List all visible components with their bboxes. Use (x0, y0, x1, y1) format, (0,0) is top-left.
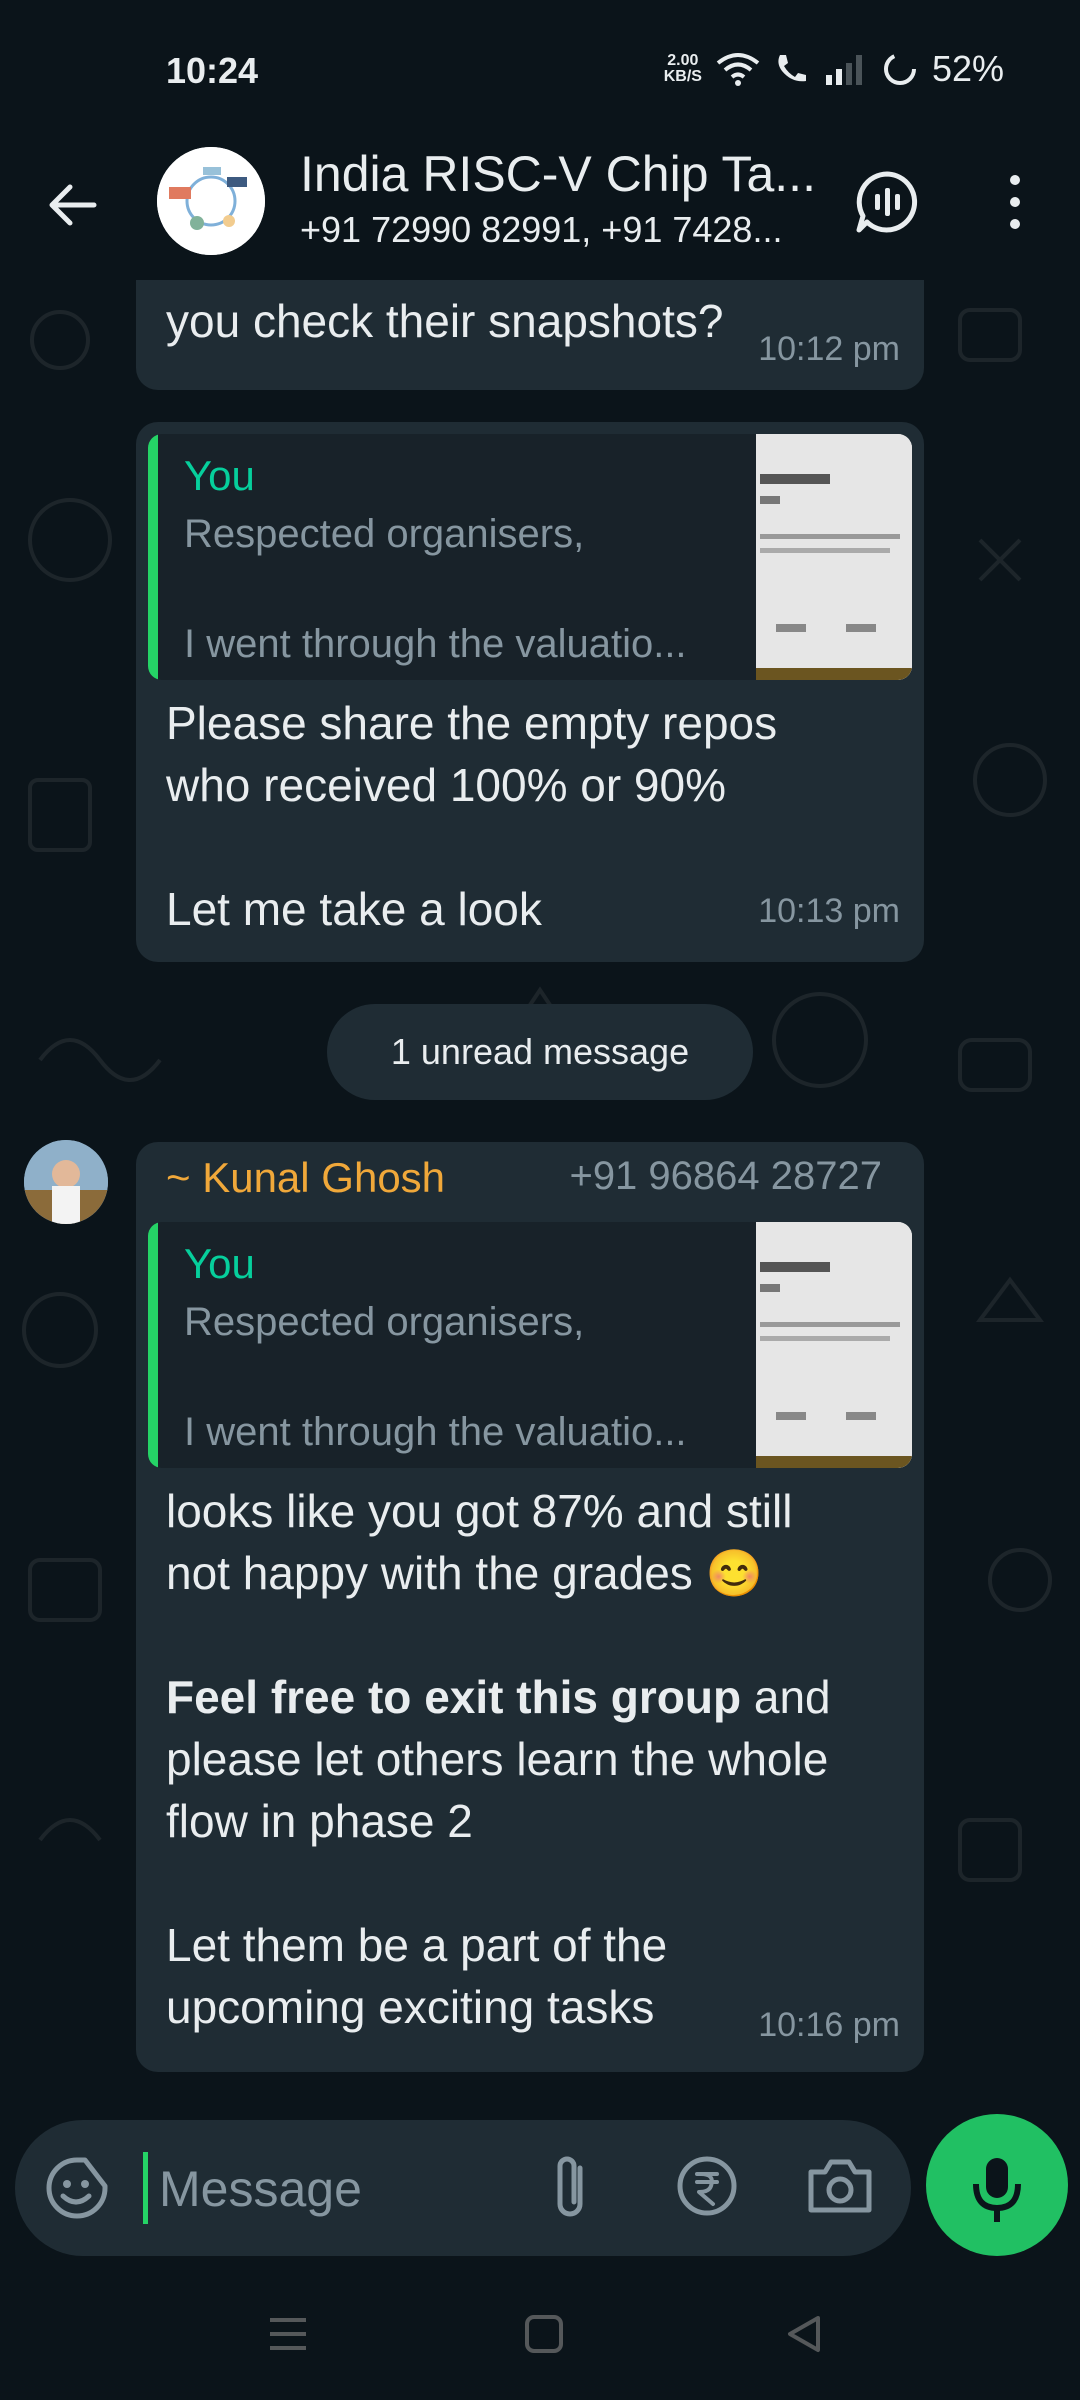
back-arrow-icon[interactable] (44, 175, 104, 235)
message-text: looks like you got 87% and still not hap… (166, 1480, 831, 2038)
chat-title-block[interactable]: India RISC-V Chip Ta... +91 72990 82991,… (300, 145, 820, 251)
quoted-message[interactable]: You Respected organisers, I went through… (148, 1222, 912, 1468)
group-members: +91 72990 82991, +91 7428... (300, 209, 783, 250)
quote-accent-bar (148, 434, 158, 680)
compose-bar (15, 2120, 911, 2256)
status-time: 10:24 (166, 50, 259, 91)
wifi-icon (716, 53, 760, 86)
payment-rupee-icon[interactable] (675, 2154, 739, 2218)
battery-percent: 52% (931, 48, 1004, 89)
microphone-icon (973, 2158, 1021, 2222)
bold-text: Feel free to exit this group (166, 1671, 742, 1723)
message-line: Please share the empty repos (166, 697, 778, 749)
smiley-emoji: 😊 (705, 1547, 763, 1599)
message-bubble-2[interactable]: You Respected organisers, I went through… (136, 422, 924, 962)
status-icons: 2.00 KB/S 52% (664, 48, 1004, 90)
message-line: not happy with the grades 😊 (166, 1547, 763, 1599)
signal-icon (825, 55, 862, 85)
camera-icon[interactable] (805, 2154, 875, 2218)
battery-saver-icon (883, 53, 916, 85)
status-bar: 10:24 2.00 KB/S 52% (0, 0, 1080, 135)
message-line: please let others learn the whole (166, 1733, 829, 1785)
wifi-calling-icon (778, 55, 806, 82)
quote-thumbnail (756, 434, 912, 680)
message-line: looks like you got 87% and still (166, 1485, 793, 1537)
message-time: 10:13 pm (758, 892, 900, 930)
quote-thumbnail (756, 1222, 912, 1468)
chat-area[interactable]: you check their snapshots? 10:12 pm You … (0, 280, 1080, 2100)
message-line: who received 100% or 90% (166, 759, 726, 811)
text-caret (143, 2152, 148, 2224)
message-line: Let me take a look (166, 883, 542, 935)
quote-text-line2: I went through the valuatio... (184, 622, 687, 666)
group-logo-icon (157, 147, 265, 255)
message-text: you check their snapshots? (166, 295, 724, 347)
message-line: flow in phase 2 (166, 1795, 473, 1847)
voice-record-button[interactable] (926, 2114, 1068, 2256)
quoted-message[interactable]: You Respected organisers, I went through… (148, 434, 912, 680)
message-bubble-1[interactable]: you check their snapshots? 10:12 pm (136, 280, 924, 390)
message-line: upcoming exciting tasks (166, 1981, 655, 2033)
sender-name[interactable]: ~ Kunal Ghosh (166, 1154, 445, 1202)
sticker-emoji-icon[interactable] (45, 2156, 109, 2220)
system-nav-bar (0, 2268, 1080, 2400)
paperclip-icon[interactable] (540, 2154, 604, 2222)
message-line: Let them be a part of the (166, 1919, 668, 1971)
message-input[interactable] (157, 2148, 521, 2230)
quote-accent-bar (148, 1222, 158, 1468)
quote-text-line1: Respected organisers, (184, 512, 585, 556)
quote-text-line2: I went through the valuatio... (184, 1410, 687, 1454)
sender-phone: +91 96864 28727 (569, 1154, 882, 1198)
message-text: Please share the empty repos who receive… (166, 692, 777, 940)
message-line: Feel free to exit this group and (166, 1671, 831, 1723)
quote-text-line1: Respected organisers, (184, 1300, 585, 1344)
group-title: India RISC-V Chip Ta... (300, 146, 816, 202)
more-options-icon[interactable] (1000, 170, 1030, 234)
message-bubble-3[interactable]: ~ Kunal Ghosh +91 96864 28727 You Respec… (136, 1142, 924, 2072)
unread-indicator: 1 unread message (327, 1004, 753, 1100)
message-time: 10:16 pm (758, 2006, 900, 2044)
home-icon[interactable] (524, 2314, 564, 2354)
group-avatar[interactable] (157, 147, 265, 255)
recents-menu-icon[interactable] (268, 2314, 308, 2354)
back-nav-icon[interactable] (784, 2314, 824, 2354)
quote-author: You (184, 1240, 255, 1287)
network-speed: 2.00 KB/S (663, 52, 702, 85)
sender-avatar[interactable] (24, 1140, 108, 1224)
quote-author: You (184, 452, 255, 499)
chat-header: India RISC-V Chip Ta... +91 72990 82991,… (0, 135, 1080, 280)
message-time: 10:12 pm (758, 330, 900, 368)
voice-chat-icon[interactable] (855, 170, 919, 234)
